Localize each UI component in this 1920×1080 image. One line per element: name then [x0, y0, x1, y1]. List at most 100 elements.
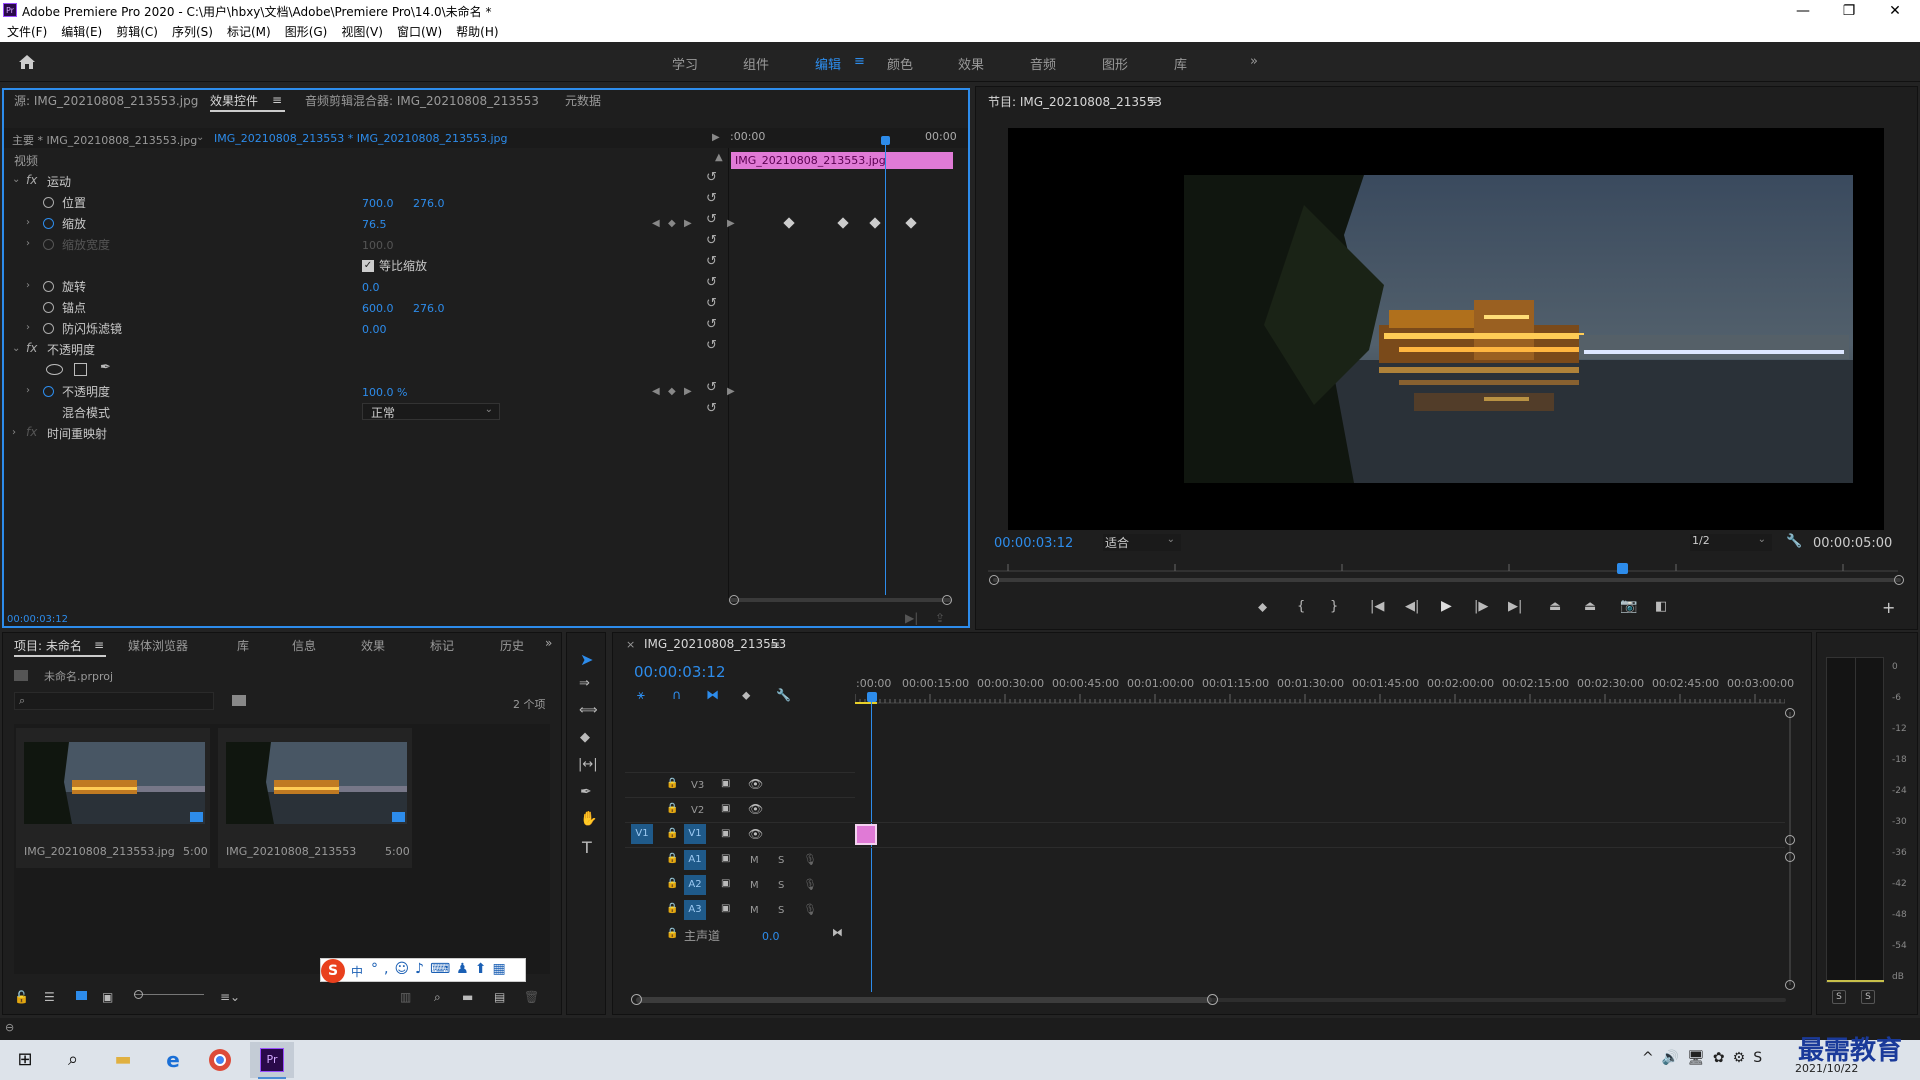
track-select-tool-icon[interactable]: ⇒ [579, 676, 590, 691]
solo-button[interactable]: S [778, 855, 784, 866]
expand-icon[interactable]: › [12, 427, 16, 438]
reset-icon[interactable]: ↺ [706, 170, 717, 185]
system-tray-icons[interactable]: ^🔊🖥✿⚙S [1642, 1050, 1770, 1066]
master-clip-label[interactable]: 主要 * IMG_20210808_213553.jpg [12, 132, 197, 148]
fx-badge[interactable]: fx [26, 341, 37, 355]
new-bin-from-search-icon[interactable] [232, 695, 246, 706]
tab-effects[interactable]: 效果 [361, 637, 385, 654]
tab-info[interactable]: 信息 [292, 637, 316, 654]
selection-tool-icon[interactable]: ➤ [580, 650, 593, 669]
horizontal-scroll-thumb[interactable] [636, 997, 1212, 1003]
lock-icon[interactable]: 🔒 [666, 828, 678, 839]
vertical-scrollbar[interactable] [1789, 712, 1791, 985]
lock-icon[interactable]: 🔓 [14, 990, 29, 1004]
program-zoom-bar[interactable] [993, 578, 1901, 582]
tab-effect-controls[interactable]: 效果控件 [210, 92, 258, 109]
mini-zoom-bar[interactable] [730, 598, 952, 602]
comparison-view-icon[interactable]: ◧ [1655, 599, 1667, 614]
close-tab-icon[interactable]: × [626, 638, 635, 651]
timeline-playhead-handle[interactable] [867, 692, 877, 702]
export-frame-icon[interactable]: 📷 [1620, 598, 1637, 614]
stopwatch-icon[interactable] [43, 197, 54, 208]
menu-file[interactable]: 文件(F) [0, 22, 54, 42]
lock-icon[interactable]: 🔒 [666, 803, 678, 814]
lock-icon[interactable]: 🔒 [666, 928, 678, 939]
reset-icon[interactable]: ↺ [706, 317, 717, 332]
chrome-icon[interactable] [205, 1046, 235, 1074]
track-label-v3[interactable]: V3 [691, 780, 704, 791]
new-item-icon[interactable]: ▤ [494, 990, 505, 1004]
eye-icon[interactable]: 👁 [748, 827, 763, 841]
home-icon[interactable] [18, 54, 36, 70]
mute-button[interactable]: M [750, 905, 759, 916]
zoom-handle-right[interactable] [1207, 994, 1218, 1005]
lock-icon[interactable]: 🔒 [666, 903, 678, 914]
extract-icon[interactable]: ⏏ [1584, 599, 1596, 614]
zoom-slider[interactable] [134, 994, 204, 995]
go-to-in-icon[interactable]: |◀ [1370, 599, 1384, 614]
close-icon[interactable]: ✕ [1872, 0, 1918, 22]
panel-menu-icon[interactable]: ≡ [1148, 93, 1158, 107]
expand-motion-icon[interactable]: ⌄ [12, 174, 20, 185]
menu-help[interactable]: 帮助(H) [449, 22, 505, 42]
minimize-icon[interactable]: — [1780, 0, 1826, 22]
add-keyframe-icon[interactable]: ◆ [668, 386, 676, 397]
solo-left-button[interactable]: S [1832, 990, 1846, 1004]
blend-mode-select[interactable]: 正常 ⌄ [362, 403, 500, 420]
expand-antiflicker-icon[interactable]: › [26, 322, 30, 333]
panel-menu-icon[interactable]: ≡ [770, 638, 780, 652]
automate-icon[interactable]: ▥ [400, 990, 411, 1004]
program-timecode[interactable]: 00:00:03:12 [994, 536, 1073, 551]
collapse-up-icon[interactable]: ▲ [715, 152, 723, 163]
next-keyframe-icon[interactable]: ▶ [684, 218, 692, 229]
program-playhead[interactable] [1617, 563, 1628, 574]
button-editor-icon[interactable]: + [1882, 598, 1895, 617]
file-explorer-icon[interactable]: ▬ [108, 1046, 138, 1074]
stopwatch-icon[interactable] [43, 218, 54, 229]
position-y-value[interactable]: 276.0 [413, 197, 445, 210]
sync-lock-icon[interactable]: ▣ [721, 853, 730, 864]
track-target-a3[interactable]: A3 [684, 900, 706, 920]
project-search-input[interactable]: ⌕ [14, 692, 214, 710]
menu-graphics[interactable]: 图形(G) [278, 22, 335, 42]
lock-icon[interactable]: 🔒 [666, 778, 678, 789]
premiere-taskbar-button[interactable]: Pr [250, 1042, 294, 1078]
rotation-value[interactable]: 0.0 [362, 281, 380, 294]
mark-out-icon[interactable]: } [1330, 599, 1338, 614]
linked-selection-icon[interactable]: ⧓ [706, 688, 719, 703]
workspace-assembly[interactable]: 组件 [743, 54, 769, 73]
menu-marker[interactable]: 标记(M) [220, 22, 278, 42]
zoom-slider-handle[interactable] [134, 990, 143, 999]
type-tool-icon[interactable]: T [582, 838, 592, 857]
fit-select[interactable]: 适合 ⌄ [1103, 534, 1181, 551]
program-title[interactable]: 节目: IMG_20210808_213553 [988, 93, 1162, 110]
trash-icon[interactable]: 🗑 [524, 990, 539, 1004]
slip-tool-icon[interactable]: |↔| [578, 757, 598, 772]
microphone-icon[interactable]: 🎙 [803, 853, 817, 866]
add-marker-icon[interactable]: ⬥ [742, 688, 750, 703]
reset-icon[interactable]: ↺ [706, 275, 717, 290]
stopwatch-icon[interactable] [43, 386, 54, 397]
zoom-handle-right[interactable] [942, 595, 952, 605]
sort-icon[interactable]: ≡⌄ [220, 990, 240, 1004]
restore-icon[interactable]: ❐ [1826, 0, 1872, 22]
menu-sequence[interactable]: 序列(S) [165, 22, 220, 42]
mini-timeline-clip[interactable]: IMG_20210808_213553.jpg [731, 152, 953, 169]
ripple-edit-tool-icon[interactable]: ⟺ [579, 703, 598, 718]
windows-start-icon[interactable]: ⊞ [10, 1046, 40, 1074]
timeline-clip-v1[interactable] [855, 824, 877, 845]
expand-opacity-icon[interactable]: › [26, 385, 30, 396]
workspace-color[interactable]: 颜色 [887, 54, 913, 73]
sync-lock-icon[interactable]: ▣ [721, 803, 730, 814]
prev-keyframe-icon[interactable]: ◀ [652, 218, 660, 229]
timeline-ruler-ticks[interactable] [855, 694, 1785, 704]
freeform-view-icon[interactable]: ▣ [102, 990, 113, 1004]
sync-lock-icon[interactable]: ▣ [721, 903, 730, 914]
nest-icon[interactable]: ⚹ [637, 688, 645, 703]
playback-resolution-select[interactable]: 1/2 ⌄ [1690, 534, 1772, 551]
pen-mask-icon[interactable]: ✒ [100, 360, 111, 375]
master-volume-value[interactable]: 0.0 [762, 930, 780, 943]
timeline-settings-icon[interactable]: 🔧 [776, 688, 791, 702]
more-tabs-icon[interactable]: » [545, 636, 552, 650]
next-keyframe-icon[interactable]: ▶ [684, 386, 692, 397]
